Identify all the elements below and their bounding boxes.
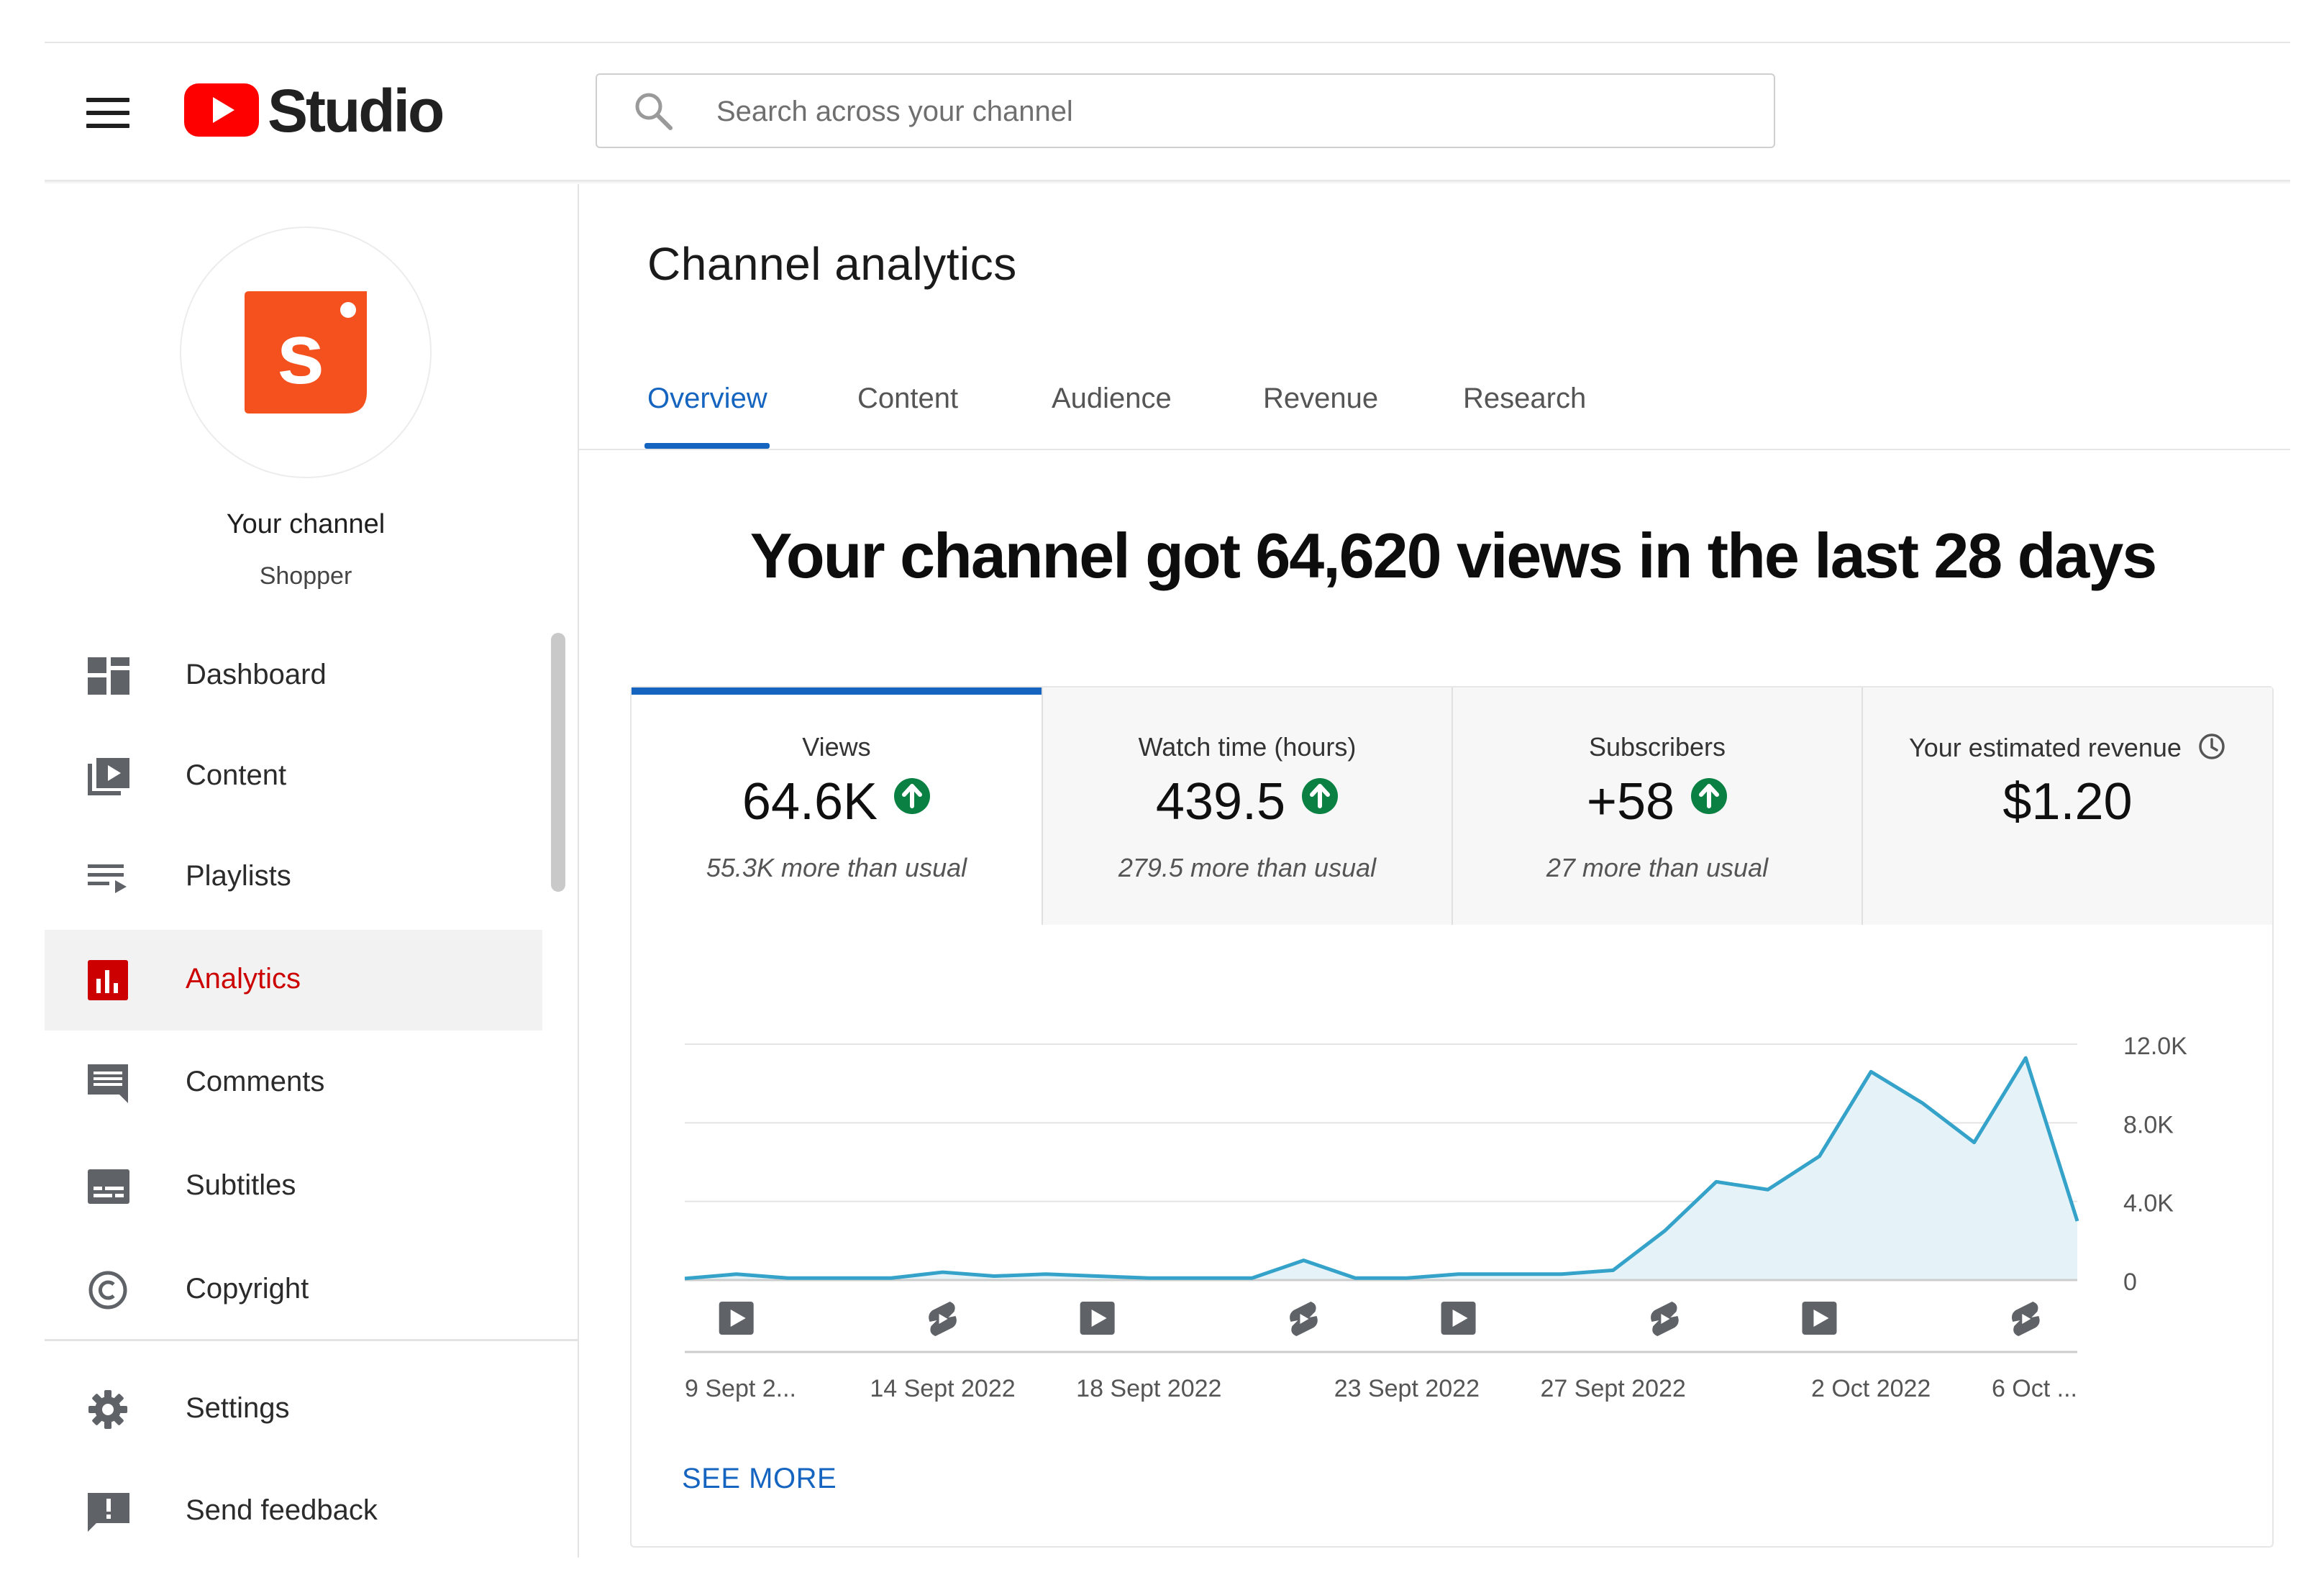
x-tick-label: 14 Sept 2022 [870,1375,1015,1402]
metric-watch-time[interactable]: Watch time (hours) 439.5 279.5 more than… [1043,687,1452,925]
search-icon[interactable] [632,89,675,132]
sidebar-item-subtitles[interactable]: Subtitles [45,1136,542,1237]
metric-value: $1.20 [2002,773,2133,831]
metric-subscribers[interactable]: Subscribers +58 27 more than usual [1453,687,1862,925]
youtube-logo-icon[interactable] [184,83,259,137]
channel-handle: Shopper [259,562,352,590]
tabs-divider [579,449,2290,450]
x-tick-label: 23 Sept 2022 [1334,1375,1480,1402]
shopper-logo-icon: s [245,291,367,414]
gear-icon [88,1390,127,1429]
playlists-icon [88,864,127,893]
short-upload-marker-icon[interactable] [929,1302,957,1336]
feedback-icon [88,1493,129,1532]
sidebar-item-dashboard[interactable]: Dashboard [45,626,542,726]
metric-subtitle: 27 more than usual [1546,853,1769,882]
tab-audience[interactable]: Audience [1052,383,1172,415]
tab-overview[interactable]: Overview [647,383,767,415]
y-tick-label: 8.0K [2123,1111,2174,1138]
tab-content[interactable]: Content [857,383,958,415]
sidebar-item-label: Subtitles [186,1169,296,1201]
hamburger-menu-icon[interactable] [86,98,129,128]
metric-value: 64.6K [742,773,878,831]
clock-icon[interactable] [2197,732,2226,761]
metric-value: +58 [1586,773,1675,831]
video-upload-marker-icon[interactable] [1080,1302,1115,1335]
sidebar-item-content[interactable]: Content [45,726,542,827]
copyright-icon [88,1271,127,1310]
sidebar-item-label: Send feedback [186,1494,378,1526]
sidebar-item-label: Content [186,759,287,791]
subtitles-icon [88,1169,129,1204]
trend-up-icon [1302,778,1339,814]
sidebar-item-label: Playlists [186,860,291,892]
sidebar-item-send-feedback[interactable]: Send feedback [45,1461,542,1562]
metric-title: Views [802,732,871,762]
sidebar-separator [45,1339,578,1341]
x-tick-label: 18 Sept 2022 [1076,1375,1221,1402]
sidebar-item-comments[interactable]: Comments [45,1033,542,1133]
dashboard-icon [88,657,129,695]
metric-title: Watch time (hours) [1138,732,1357,762]
metric-title: Your estimated revenue [1909,733,2182,762]
search-input[interactable] [715,85,1754,138]
y-tick-label: 12.0K [2123,1033,2187,1060]
sidebar-item-label: Settings [186,1392,290,1424]
short-upload-marker-icon[interactable] [1290,1302,1318,1336]
views-area [685,1058,2077,1280]
sidebar-item-settings[interactable]: Settings [45,1359,542,1460]
tab-research[interactable]: Research [1463,383,1586,415]
sidebar-item-playlists[interactable]: Playlists [45,827,542,928]
comments-icon [88,1064,128,1103]
sidebar-item-label: Analytics [186,963,301,995]
sidebar-item-analytics[interactable]: Analytics [45,930,542,1031]
sidebar-item-copyright[interactable]: Copyright [45,1240,542,1340]
sidebar-divider [578,184,579,1558]
header-shadow [45,180,2290,184]
sidebar-item-label: Comments [186,1066,325,1097]
video-upload-marker-icon[interactable] [719,1302,754,1335]
page-title: Channel analytics [647,238,1017,290]
sidebar-item-label: Copyright [186,1273,309,1305]
video-upload-marker-icon[interactable] [1802,1302,1837,1335]
metric-revenue[interactable]: Your estimated revenue $1.20 [1863,687,2272,925]
x-tick-label: 2 Oct 2022 [1811,1375,1931,1402]
sidebar-item-label: Dashboard [186,659,327,690]
views-line-chart[interactable]: 12.0K 8.0K 4.0K 0 9 Sept 2... 14 Sept 2022 18 … [676,1007,2223,1424]
channel-name[interactable]: Your channel [108,509,503,540]
svg-text:s: s [277,306,325,402]
tab-revenue[interactable]: Revenue [1263,383,1378,415]
y-tick-label: 4.0K [2123,1190,2174,1217]
views-headline: Your channel got 64,620 views in the las… [749,520,2158,591]
x-tick-label: 27 Sept 2022 [1541,1375,1686,1402]
metric-subtitle: 55.3K more than usual [706,853,967,882]
active-tab-indicator [644,443,770,449]
video-upload-marker-icon[interactable] [1441,1302,1476,1335]
short-upload-marker-icon[interactable] [2011,1302,2040,1336]
trend-up-icon [894,778,931,814]
studio-logo-text[interactable]: Studio [268,76,445,145]
x-tick-label: 6 Oct ... [1992,1375,2077,1402]
short-upload-marker-icon[interactable] [1651,1302,1679,1336]
trend-up-icon [1691,778,1728,814]
metric-subtitle: 279.5 more than usual [1118,853,1377,882]
y-tick-label: 0 [2123,1269,2137,1296]
metric-views[interactable]: Views 64.6K 55.3K more than usual [632,687,1042,925]
metric-value: 439.5 [1155,773,1286,831]
content-icon [88,758,129,795]
sidebar-scrollbar[interactable] [551,633,565,892]
metric-title: Subscribers [1588,732,1726,762]
see-more-link[interactable]: SEE MORE [682,1463,837,1495]
x-tick-label: 9 Sept 2... [685,1375,796,1402]
analytics-icon [88,960,128,1000]
active-metric-indicator [632,687,1042,695]
